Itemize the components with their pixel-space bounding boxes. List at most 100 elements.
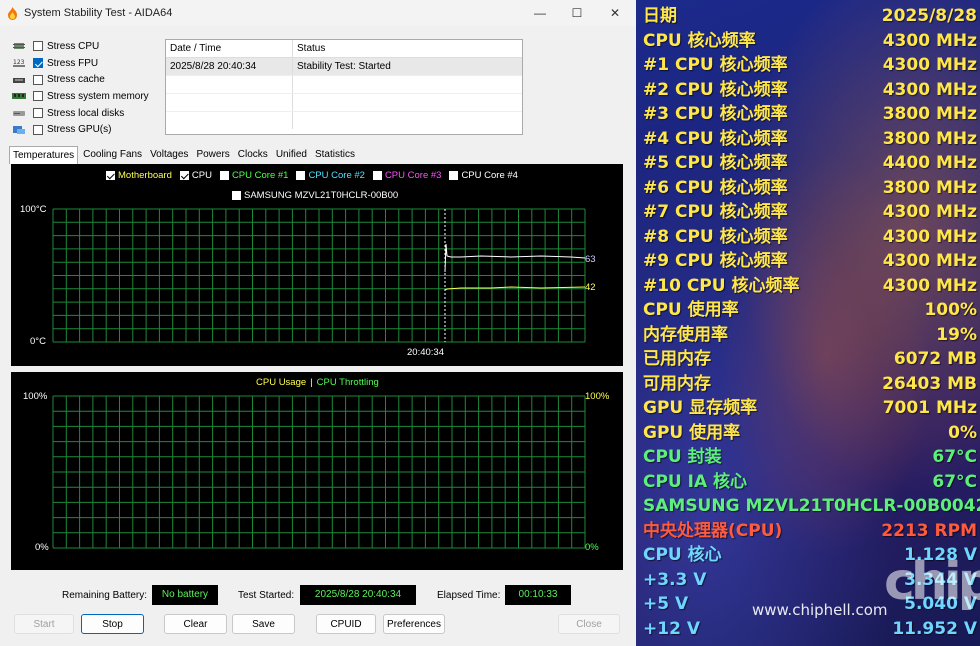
status-column-header[interactable]: Status: [293, 40, 325, 57]
osd-value: 67°C: [932, 447, 977, 467]
motherboard-temp-value: 42: [585, 282, 596, 293]
save-button[interactable]: Save: [232, 614, 295, 634]
osd-value: 3800 MHz: [882, 177, 977, 198]
tab-powers[interactable]: Powers: [193, 146, 232, 163]
stress-cache-checkbox[interactable]: [33, 74, 43, 85]
osd-label: 可用内存: [643, 373, 711, 394]
disk-icon: [13, 111, 25, 117]
close-window-button[interactable]: ✕: [597, 3, 633, 23]
stress-disks-option[interactable]: Stress local disks: [12, 105, 149, 122]
osd-row: 已用内存 6072 MB: [643, 347, 977, 372]
cache-chip-icon: [13, 77, 25, 83]
osd-label: #4 CPU 核心频率: [643, 128, 788, 149]
osd-label: CPU IA 核心: [643, 471, 748, 492]
osd-row: 日期 2025/8/28: [643, 4, 977, 29]
osd-value: 6072 MB: [893, 349, 977, 369]
elapsed-time-label: Elapsed Time:: [437, 590, 501, 601]
preferences-button[interactable]: Preferences: [383, 614, 445, 634]
osd-value: 67°C: [932, 471, 977, 492]
osd-label: CPU 使用率: [643, 300, 739, 320]
start-button[interactable]: Start: [14, 614, 74, 634]
title-bar[interactable]: System Stability Test - AIDA64 — ☐ ✕: [0, 0, 636, 26]
stress-fpu-option[interactable]: 123 Stress FPU: [12, 55, 149, 72]
cpu-usage-graph: CPU Usage | CPU Throttling 100% 0% 100% …: [11, 372, 623, 570]
cpu-chip-icon: [13, 43, 25, 50]
osd-value: 4300 MHz: [882, 79, 977, 100]
stress-cpu-checkbox[interactable]: [33, 41, 43, 52]
usage-grid: [52, 395, 586, 549]
clear-button[interactable]: Clear: [164, 614, 227, 634]
window-title: System Stability Test - AIDA64: [24, 7, 173, 19]
osd-row: 内存使用率 19%: [643, 323, 977, 348]
test-started-label: Test Started:: [238, 590, 295, 601]
status-log-table[interactable]: Date / Time Status 2025/8/28 20:40:34 St…: [165, 39, 523, 135]
stress-gpu-checkbox[interactable]: [33, 124, 43, 135]
tab-clocks[interactable]: Clocks: [235, 146, 271, 163]
osd-row: GPU 使用率 0%: [643, 421, 977, 446]
stress-memory-option[interactable]: Stress system memory: [12, 88, 149, 105]
osd-value: 4300 MHz: [882, 202, 977, 222]
osd-label: CPU 核心频率: [643, 30, 756, 51]
osd-row: #10 CPU 核心频率 4300 MHz: [643, 274, 977, 299]
osd-label: #6 CPU 核心频率: [643, 177, 788, 198]
stop-button[interactable]: Stop: [81, 614, 144, 634]
osd-value: 19%: [936, 324, 977, 345]
tab-voltages[interactable]: Voltages: [147, 146, 191, 163]
log-header: Date / Time Status: [166, 40, 522, 58]
maximize-button[interactable]: ☐: [559, 3, 595, 23]
osd-row: CPU 核心频率 4300 MHz: [643, 29, 977, 54]
osd-row: CPU 封装 67°C: [643, 445, 977, 470]
osd-row: #1 CPU 核心频率 4300 MHz: [643, 53, 977, 78]
stress-cache-option[interactable]: Stress cache: [12, 71, 149, 88]
status-bar: Remaining Battery: No battery Test Start…: [0, 585, 636, 607]
stress-memory-checkbox[interactable]: [33, 91, 43, 102]
osd-value: 0%: [948, 422, 977, 443]
osd-label: GPU 使用率: [643, 422, 741, 443]
stress-cpu-option[interactable]: Stress CPU: [12, 38, 149, 55]
aida64-flame-icon: [8, 7, 17, 20]
tab-statistics[interactable]: Statistics: [312, 146, 358, 163]
cpu-temp-value: 63: [585, 254, 596, 265]
osd-value: 26403 MB: [882, 373, 977, 394]
stress-options: Stress CPU 123 Stress FPU Stress cache S…: [12, 38, 149, 138]
osd-label: SAMSUNG MZVL21T0HCLR-00B00: [643, 496, 964, 516]
osd-label: #10 CPU 核心频率: [643, 275, 800, 296]
osd-row: GPU 显存频率 7001 MHz: [643, 396, 977, 421]
test-started-value: 2025/8/28 20:40:34: [300, 585, 416, 605]
battery-label: Remaining Battery:: [62, 590, 148, 601]
osd-label: #3 CPU 核心频率: [643, 104, 788, 124]
osd-label: CPU 封装: [643, 447, 722, 467]
osd-label: +12 V: [643, 618, 700, 639]
stress-gpu-option[interactable]: Stress GPU(s): [12, 121, 149, 138]
svg-text:123: 123: [13, 59, 25, 66]
osd-label: GPU 显存频率: [643, 398, 758, 418]
fpu-chip-icon: 123: [13, 59, 25, 68]
stress-cache-label: Stress cache: [47, 74, 105, 86]
stress-fpu-label: Stress FPU: [47, 57, 99, 69]
stability-test-window: System Stability Test - AIDA64 — ☐ ✕ Str…: [0, 0, 636, 646]
osd-row: CPU IA 核心 67°C: [643, 470, 977, 495]
stress-gpu-label: Stress GPU(s): [47, 124, 112, 136]
stress-memory-label: Stress system memory: [47, 90, 149, 102]
gpu-icon: [13, 125, 25, 134]
tab-temperatures[interactable]: Temperatures: [9, 146, 79, 164]
stress-disks-checkbox[interactable]: [33, 108, 43, 119]
close-button[interactable]: Close: [558, 614, 620, 634]
table-row[interactable]: 2025/8/28 20:40:34 Stability Test: Start…: [166, 58, 522, 76]
stress-fpu-checkbox[interactable]: [33, 58, 43, 69]
cpu-temp-line: [444, 243, 586, 273]
osd-value: 4300 MHz: [882, 55, 977, 75]
osd-label: #7 CPU 核心频率: [643, 202, 788, 222]
tab-unified[interactable]: Unified: [273, 146, 310, 163]
elapsed-time-value: 00:10:33: [505, 585, 571, 605]
date-time-column-header[interactable]: Date / Time: [166, 40, 293, 57]
minimize-button[interactable]: —: [522, 3, 558, 23]
osd-row: 可用内存 26403 MB: [643, 372, 977, 397]
osd-label: #1 CPU 核心频率: [643, 55, 788, 75]
cpuid-button[interactable]: CPUID: [316, 614, 376, 634]
osd-label: +5 V: [643, 594, 689, 614]
osd-value: 4300 MHz: [882, 226, 977, 247]
osd-label: CPU 核心: [643, 545, 722, 565]
tab-cooling-fans[interactable]: Cooling Fans: [80, 146, 145, 163]
watermark: www.chiphell.com: [752, 601, 888, 619]
